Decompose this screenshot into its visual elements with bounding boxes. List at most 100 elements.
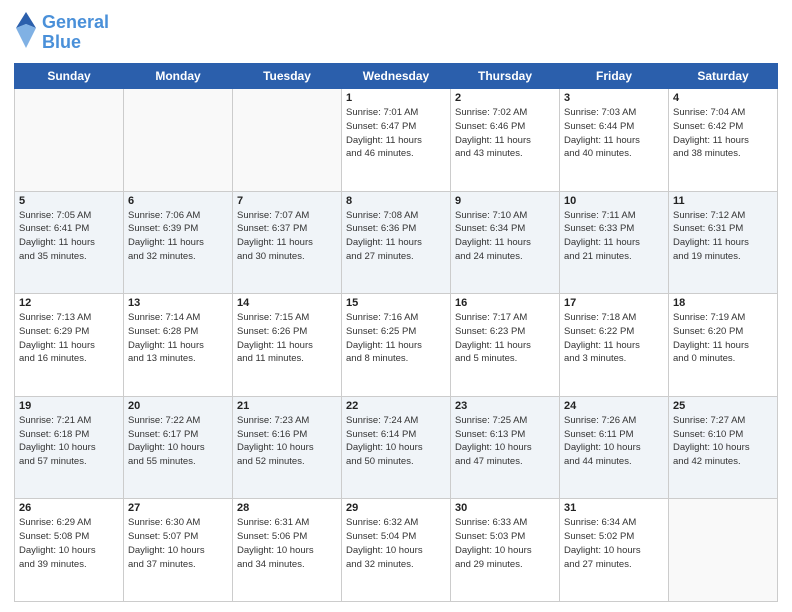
day-info: Sunrise: 6:32 AM Sunset: 5:04 PM Dayligh… [346, 516, 446, 571]
day-cell [669, 499, 778, 602]
day-number: 22 [346, 400, 446, 412]
logo-text-blue: Blue [42, 33, 109, 53]
day-number: 12 [19, 297, 119, 309]
day-number: 6 [128, 195, 228, 207]
weekday-sunday: Sunday [15, 64, 124, 89]
day-info: Sunrise: 7:21 AM Sunset: 6:18 PM Dayligh… [19, 414, 119, 469]
day-number: 21 [237, 400, 337, 412]
day-cell: 14 Sunrise: 7:15 AM Sunset: 6:26 PM Dayli… [233, 294, 342, 397]
day-info: Sunrise: 7:24 AM Sunset: 6:14 PM Dayligh… [346, 414, 446, 469]
day-info: Sunrise: 7:11 AM Sunset: 6:33 PM Dayligh… [564, 209, 664, 264]
day-info: Sunrise: 7:22 AM Sunset: 6:17 PM Dayligh… [128, 414, 228, 469]
logo-text-general: General [42, 13, 109, 33]
day-info: Sunrise: 7:08 AM Sunset: 6:36 PM Dayligh… [346, 209, 446, 264]
day-info: Sunrise: 7:26 AM Sunset: 6:11 PM Dayligh… [564, 414, 664, 469]
day-number: 24 [564, 400, 664, 412]
day-number: 2 [455, 92, 555, 104]
day-cell: 15 Sunrise: 7:16 AM Sunset: 6:25 PM Dayli… [342, 294, 451, 397]
weekday-saturday: Saturday [669, 64, 778, 89]
day-info: Sunrise: 7:01 AM Sunset: 6:47 PM Dayligh… [346, 106, 446, 161]
day-cell: 16 Sunrise: 7:17 AM Sunset: 6:23 PM Dayli… [451, 294, 560, 397]
day-number: 3 [564, 92, 664, 104]
day-number: 26 [19, 502, 119, 514]
week-row-1: 5 Sunrise: 7:05 AM Sunset: 6:41 PM Daylig… [15, 191, 778, 294]
day-number: 27 [128, 502, 228, 514]
weekday-header-row: SundayMondayTuesdayWednesdayThursdayFrid… [15, 64, 778, 89]
day-info: Sunrise: 7:05 AM Sunset: 6:41 PM Dayligh… [19, 209, 119, 264]
day-cell: 9 Sunrise: 7:10 AM Sunset: 6:34 PM Daylig… [451, 191, 560, 294]
day-cell [15, 89, 124, 192]
day-number: 30 [455, 502, 555, 514]
day-number: 15 [346, 297, 446, 309]
day-cell: 20 Sunrise: 7:22 AM Sunset: 6:17 PM Dayli… [124, 396, 233, 499]
logo-icon [14, 10, 38, 50]
day-number: 5 [19, 195, 119, 207]
day-number: 13 [128, 297, 228, 309]
day-cell: 4Sunrise: 7:04 AM Sunset: 6:42 PM Daylig… [669, 89, 778, 192]
day-cell: 29 Sunrise: 6:32 AM Sunset: 5:04 PM Dayli… [342, 499, 451, 602]
week-row-2: 12 Sunrise: 7:13 AM Sunset: 6:29 PM Dayli… [15, 294, 778, 397]
day-number: 29 [346, 502, 446, 514]
day-info: Sunrise: 7:02 AM Sunset: 6:46 PM Dayligh… [455, 106, 555, 161]
day-info: Sunrise: 6:30 AM Sunset: 5:07 PM Dayligh… [128, 516, 228, 571]
day-info: Sunrise: 6:29 AM Sunset: 5:08 PM Dayligh… [19, 516, 119, 571]
day-info: Sunrise: 7:14 AM Sunset: 6:28 PM Dayligh… [128, 311, 228, 366]
day-cell: 11 Sunrise: 7:12 AM Sunset: 6:31 PM Dayli… [669, 191, 778, 294]
day-number: 1 [346, 92, 446, 104]
day-number: 16 [455, 297, 555, 309]
day-info: Sunrise: 7:25 AM Sunset: 6:13 PM Dayligh… [455, 414, 555, 469]
day-cell: 13 Sunrise: 7:14 AM Sunset: 6:28 PM Dayli… [124, 294, 233, 397]
day-number: 20 [128, 400, 228, 412]
day-cell: 26 Sunrise: 6:29 AM Sunset: 5:08 PM Dayli… [15, 499, 124, 602]
weekday-monday: Monday [124, 64, 233, 89]
day-cell: 21 Sunrise: 7:23 AM Sunset: 6:16 PM Dayli… [233, 396, 342, 499]
day-info: Sunrise: 7:17 AM Sunset: 6:23 PM Dayligh… [455, 311, 555, 366]
weekday-friday: Friday [560, 64, 669, 89]
day-number: 17 [564, 297, 664, 309]
day-cell: 30Sunrise: 6:33 AM Sunset: 5:03 PM Dayli… [451, 499, 560, 602]
day-cell: 10Sunrise: 7:11 AM Sunset: 6:33 PM Dayli… [560, 191, 669, 294]
day-cell: 12 Sunrise: 7:13 AM Sunset: 6:29 PM Dayli… [15, 294, 124, 397]
day-number: 11 [673, 195, 773, 207]
day-info: Sunrise: 6:34 AM Sunset: 5:02 PM Dayligh… [564, 516, 664, 571]
day-cell: 18Sunrise: 7:19 AM Sunset: 6:20 PM Dayli… [669, 294, 778, 397]
day-info: Sunrise: 7:13 AM Sunset: 6:29 PM Dayligh… [19, 311, 119, 366]
week-row-3: 19 Sunrise: 7:21 AM Sunset: 6:18 PM Dayli… [15, 396, 778, 499]
day-cell: 7 Sunrise: 7:07 AM Sunset: 6:37 PM Daylig… [233, 191, 342, 294]
day-cell: 2 Sunrise: 7:02 AM Sunset: 6:46 PM Daylig… [451, 89, 560, 192]
day-cell: 6 Sunrise: 7:06 AM Sunset: 6:39 PM Daylig… [124, 191, 233, 294]
day-info: Sunrise: 6:31 AM Sunset: 5:06 PM Dayligh… [237, 516, 337, 571]
day-info: Sunrise: 7:23 AM Sunset: 6:16 PM Dayligh… [237, 414, 337, 469]
day-info: Sunrise: 7:06 AM Sunset: 6:39 PM Dayligh… [128, 209, 228, 264]
day-number: 9 [455, 195, 555, 207]
day-info: Sunrise: 7:07 AM Sunset: 6:37 PM Dayligh… [237, 209, 337, 264]
page: General Blue SundayMondayTuesdayWednesda… [0, 0, 792, 612]
day-cell: 8 Sunrise: 7:08 AM Sunset: 6:36 PM Daylig… [342, 191, 451, 294]
day-info: Sunrise: 7:18 AM Sunset: 6:22 PM Dayligh… [564, 311, 664, 366]
day-info: Sunrise: 7:19 AM Sunset: 6:20 PM Dayligh… [673, 311, 773, 366]
weekday-thursday: Thursday [451, 64, 560, 89]
day-cell [124, 89, 233, 192]
day-number: 25 [673, 400, 773, 412]
day-info: Sunrise: 7:27 AM Sunset: 6:10 PM Dayligh… [673, 414, 773, 469]
day-info: Sunrise: 7:12 AM Sunset: 6:31 PM Dayligh… [673, 209, 773, 264]
day-cell [233, 89, 342, 192]
day-number: 31 [564, 502, 664, 514]
day-info: Sunrise: 7:10 AM Sunset: 6:34 PM Dayligh… [455, 209, 555, 264]
day-number: 19 [19, 400, 119, 412]
day-number: 7 [237, 195, 337, 207]
day-cell: 23 Sunrise: 7:25 AM Sunset: 6:13 PM Dayli… [451, 396, 560, 499]
day-cell: 27 Sunrise: 6:30 AM Sunset: 5:07 PM Dayli… [124, 499, 233, 602]
day-info: Sunrise: 7:16 AM Sunset: 6:25 PM Dayligh… [346, 311, 446, 366]
calendar-table: SundayMondayTuesdayWednesdayThursdayFrid… [14, 63, 778, 602]
day-info: Sunrise: 7:15 AM Sunset: 6:26 PM Dayligh… [237, 311, 337, 366]
day-info: Sunrise: 7:03 AM Sunset: 6:44 PM Dayligh… [564, 106, 664, 161]
day-number: 23 [455, 400, 555, 412]
day-number: 14 [237, 297, 337, 309]
day-number: 8 [346, 195, 446, 207]
week-row-0: 1 Sunrise: 7:01 AM Sunset: 6:47 PM Daylig… [15, 89, 778, 192]
day-cell: 25 Sunrise: 7:27 AM Sunset: 6:10 PM Dayli… [669, 396, 778, 499]
day-cell: 5 Sunrise: 7:05 AM Sunset: 6:41 PM Daylig… [15, 191, 124, 294]
day-cell: 19 Sunrise: 7:21 AM Sunset: 6:18 PM Dayli… [15, 396, 124, 499]
day-cell: 24 Sunrise: 7:26 AM Sunset: 6:11 PM Dayli… [560, 396, 669, 499]
